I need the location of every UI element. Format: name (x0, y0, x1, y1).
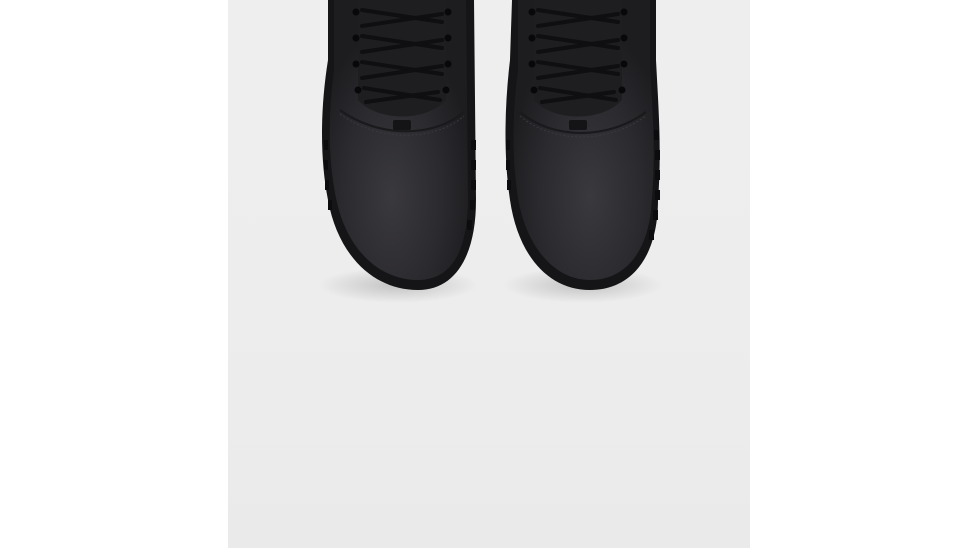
right-boot (505, 0, 660, 290)
product-image (228, 0, 750, 548)
boots-illustration (318, 0, 663, 303)
left-boot (322, 0, 476, 290)
page (0, 0, 978, 550)
